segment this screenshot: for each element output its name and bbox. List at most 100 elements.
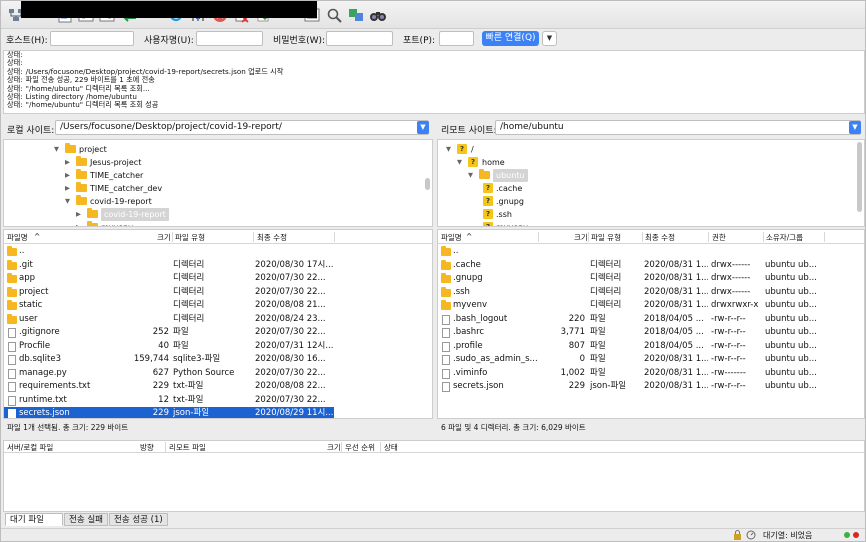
quickconnect-dropdown[interactable]: ▼ [542,31,557,46]
cell-type: txt-파일 [173,394,204,405]
file-row[interactable]: .gnupg 디렉터리 2020/08/31 1... drwx------ ubunt… [438,272,864,286]
file-row[interactable]: secrets.json 229 json-파일 2020/08/29 11시... [4,407,334,418]
local-tree-scrollbar[interactable] [425,178,430,190]
tree-node[interactable]: ▼? / [446,143,746,156]
tree-node[interactable]: ▼ covid-19-report [65,195,365,208]
quickconnect-button[interactable]: 빠른 연결(Q) [482,31,539,46]
file-row[interactable]: secrets.json 229 json-파일 2020/08/31 1... -rw… [438,380,864,394]
file-row[interactable]: .profile 807 파일 2018/04/05 ... -rw-r--r-- ubu… [438,340,864,354]
remote-path-dropdown-icon[interactable]: ▼ [849,121,861,134]
col-modified[interactable]: 최종 수정 [645,232,675,243]
tree-node[interactable]: ▶ myvenv [76,221,376,226]
file-row[interactable]: .bash_logout 220 파일 2018/04/05 ... -rw-r--r-… [438,313,864,327]
expand-arrow-icon[interactable]: ▶ [76,208,81,221]
col-filename[interactable]: 파일명 [441,232,462,243]
local-path-dropdown-icon[interactable]: ▼ [417,121,429,134]
tab-queued-files[interactable]: 대기 파일 [5,513,63,526]
file-row[interactable]: db.sqlite3 159,744 sqlite3-파일 2020/08/30 16… [4,353,432,367]
speed-limit-icon[interactable] [746,530,756,542]
queue-col-direction[interactable]: 방향 [140,442,154,453]
cell-perm: drwx------ [711,286,751,297]
file-row[interactable]: .git 디렉터리 2020/08/30 17시... [4,259,432,273]
queue-col-priority[interactable]: 우선 순위 [345,442,375,453]
file-row[interactable]: .cache 디렉터리 2020/08/31 1... drwx------ ubunt… [438,259,864,273]
folder-icon [441,246,451,256]
cell-size: 229 [152,381,169,391]
tab-successful-transfers[interactable]: 전송 성공 (1) [109,513,168,526]
file-row[interactable]: .. [438,245,864,259]
col-owner[interactable]: 소유자/그룹 [766,232,803,243]
file-row[interactable]: app 디렉터리 2020/07/30 22... [4,272,432,286]
transfer-queue[interactable]: 서버/로컬 파일 방향 리모트 파일 크기 우선 순위 상태 [3,440,865,512]
queue-col-server-file[interactable]: 서버/로컬 파일 [7,442,53,453]
queue-col-status[interactable]: 상태 [384,442,398,453]
directory-compare-icon[interactable] [369,6,387,24]
tree-node[interactable]: ▼? home [457,156,757,169]
tree-node[interactable]: ?myvenv [479,221,779,226]
col-filename[interactable]: 파일명 [7,232,28,243]
tab-failed-transfers[interactable]: 전송 실패 [64,513,108,526]
file-row[interactable]: .sudo_as_admin_s... 0 파일 2020/08/31 1... -rw… [438,353,864,367]
remote-status: 6 파일 및 4 디렉터리. 총 크기: 6,029 바이트 [441,423,586,432]
file-row[interactable]: .gitignore 252 파일 2020/07/30 22... [4,326,432,340]
local-path-input[interactable]: /Users/focusone/Desktop/project/covid-19… [55,120,429,135]
remote-directory-tree[interactable]: ▼?/▼?home▼ubuntu?.cache?.gnupg?.ssh?myve… [437,139,865,227]
collapse-arrow-icon[interactable]: ▼ [457,156,462,169]
cell-owner: ubuntu ub... [765,340,817,351]
file-row[interactable]: .viminfo 1,002 파일 2020/08/31 1... -rw-------… [438,367,864,381]
file-row[interactable]: user 디렉터리 2020/08/24 23... [4,313,432,327]
tree-node[interactable]: ▶ Jesus-project [65,156,365,169]
file-row[interactable]: Procfile 40 파일 2020/07/31 12시... [4,340,432,354]
local-file-list[interactable]: 파일명 ^ 크기 파일 유형 최종 수정 .. .git 디렉터리 2020/08/3… [3,229,433,419]
tree-node[interactable]: ▶ TIME_catcher [65,169,365,182]
file-row[interactable]: runtime.txt 12 txt-파일 2020/07/30 22... [4,394,432,408]
file-row[interactable]: .. [4,245,432,259]
file-row[interactable]: project 디렉터리 2020/07/30 22... [4,286,432,300]
file-row[interactable]: .ssh 디렉터리 2020/08/31 1... drwx------ ubuntu … [438,286,864,300]
local-directory-tree[interactable]: ▼ project ▶ Jesus-project ▶ TIME_catcher ▶ TIME… [3,139,433,227]
cell-modified: 2020/07/30 22... [255,394,326,405]
remote-path-input[interactable]: /home/ubuntu [495,120,861,135]
remote-file-list[interactable]: 파일명 ^ 크기 파일 유형 최종 수정 권한 소유자/그룹 .. .cache 디… [437,229,865,419]
username-input[interactable] [196,31,263,46]
col-type[interactable]: 파일 유형 [175,232,205,243]
sync-browsing-icon[interactable] [347,6,365,24]
unknown-folder-icon: ? [483,183,493,193]
collapse-arrow-icon[interactable]: ▼ [65,195,70,208]
file-row[interactable]: requirements.txt 229 txt-파일 2020/08/08 22..… [4,380,432,394]
host-input[interactable] [50,31,134,46]
expand-arrow-icon[interactable]: ▶ [65,182,70,195]
expand-arrow-icon[interactable]: ▶ [76,221,81,226]
col-size[interactable]: 크기 [574,232,588,243]
tree-node[interactable]: ▶ TIME_catcher_dev [65,182,365,195]
file-row[interactable]: .bashrc 3,771 파일 2018/04/05 ... -rw-r--r-- ub… [438,326,864,340]
col-type[interactable]: 파일 유형 [591,232,621,243]
port-input[interactable] [439,31,474,46]
queue-col-remote-file[interactable]: 리모트 파일 [169,442,206,453]
collapse-arrow-icon[interactable]: ▼ [468,169,473,182]
message-log[interactable]: 상태: 상태: 상태:/Users/focusone/Desktop/project… [3,50,865,114]
tree-node[interactable]: ? .ssh [479,208,779,221]
file-row[interactable]: myvenv 디렉터리 2020/08/31 1... drwxrwxr-x ubunt… [438,299,864,313]
tree-node[interactable]: ? .cache [479,182,779,195]
log-line: 상태: "/home/ubuntu" 디렉터리 목록 조회 성공 [7,101,861,109]
collapse-arrow-icon[interactable]: ▼ [54,143,59,156]
col-size[interactable]: 크기 [157,232,171,243]
tree-node[interactable]: ▼ project [54,143,354,156]
queue-col-size[interactable]: 크기 [327,442,341,453]
tree-node[interactable]: ▶ covid-19-report [76,208,376,221]
redacted-region [21,1,317,18]
collapse-arrow-icon[interactable]: ▼ [446,143,451,156]
file-row[interactable]: manage.py 627 Python Source 2020/07/30 22..… [4,367,432,381]
file-row[interactable]: static 디렉터리 2020/08/08 21... [4,299,432,313]
tree-node[interactable]: ? .gnupg [479,195,779,208]
col-modified[interactable]: 최종 수정 [257,232,287,243]
tree-node[interactable]: ▼ ubuntu [468,169,768,182]
remote-tree-scrollbar[interactable] [857,142,862,212]
expand-arrow-icon[interactable]: ▶ [65,156,70,169]
search-files-icon[interactable] [325,6,343,24]
cell-modified: 2020/08/31 1... [644,286,708,297]
password-input[interactable] [326,31,393,46]
col-permissions[interactable]: 권한 [712,232,726,243]
expand-arrow-icon[interactable]: ▶ [65,169,70,182]
